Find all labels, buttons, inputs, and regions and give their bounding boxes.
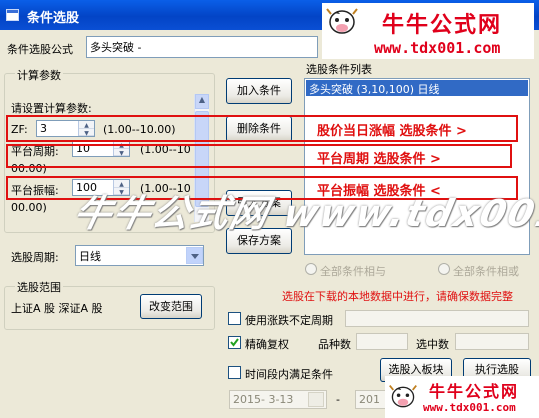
scroll-up-arrow[interactable]: ▲ [195,94,209,109]
all-or-label: 全部条件相或 [453,265,519,278]
window-title: 条件选股 [27,11,80,26]
period-select[interactable]: 日线 [75,245,204,266]
add-condition-button[interactable]: 加入条件 [226,78,292,104]
logo-url-text: www.tdx001.com [423,401,516,414]
checkmark-icon [230,338,239,347]
logo-bottom: 牛牛公式网 www.tdx001.com [385,376,539,418]
formula-value: 多头突破 - [90,41,142,54]
scope-group-title: 选股范围 [15,279,63,295]
variety-count-label: 品种数 [318,338,351,351]
exact-rights-checkbox[interactable] [228,336,241,349]
params-prompt: 请设置计算参数: [11,102,92,115]
change-scope-button[interactable]: 改变范围 [140,294,202,319]
time-range-label: 时间段内满足条件 [245,368,333,381]
period-dropdown-icon[interactable] [186,247,203,264]
annotation-text-1: 股价当日涨幅 选股条件 > [317,124,467,139]
notice-text: 选股在下载的本地数据中进行，请确保数据完整 [282,290,513,303]
selected-count-field [455,333,529,350]
variety-count-field [356,333,408,350]
logo-top: 牛牛公式网 www.tdx001.com [322,3,534,59]
unusual-period-checkbox[interactable] [228,312,241,325]
params-group-title: 计算参数 [15,67,63,83]
logo-brand-text: 牛牛公式网 [382,12,503,38]
end-date-value: 201 [359,393,380,406]
watermark-text: 牛牛公式网 www.tdx001.com [69,192,539,235]
start-date-value: 2015- 3-13 [233,393,294,406]
exact-rights-label: 精确复权 [245,338,289,351]
period-label: 选股周期: [11,251,59,264]
param-amplitude-range-cont: 00.00) [11,201,47,214]
window-icon [6,9,19,21]
date-separator: - [336,393,340,406]
logo-url-text: www.tdx001.com [374,39,501,57]
all-or-radio[interactable] [438,263,450,275]
time-range-checkbox[interactable] [228,366,241,379]
unusual-period-field[interactable] [345,310,529,327]
logo-brand-text: 牛牛公式网 [429,382,520,401]
formula-select[interactable]: 多头突破 - [86,36,318,58]
all-and-radio[interactable] [305,263,317,275]
cow-mascot-icon [389,384,417,408]
start-date-dropdown-icon[interactable] [308,392,324,407]
annotation-text-2: 平台周期 选股条件 > [317,152,441,167]
unusual-period-label: 使用涨跌不定周期 [245,314,333,327]
cow-mascot-icon [326,8,358,34]
condition-list-item[interactable]: 多头突破 (3,10,100) 日线 [306,80,528,96]
condition-list-title: 选股条件列表 [306,63,372,76]
selected-count-label: 选中数 [416,338,449,351]
formula-label: 条件选股公式 [7,43,73,56]
period-value: 日线 [79,250,101,263]
scope-value: 上证A 股 深证A 股 [11,302,103,315]
all-and-label: 全部条件相与 [320,265,386,278]
